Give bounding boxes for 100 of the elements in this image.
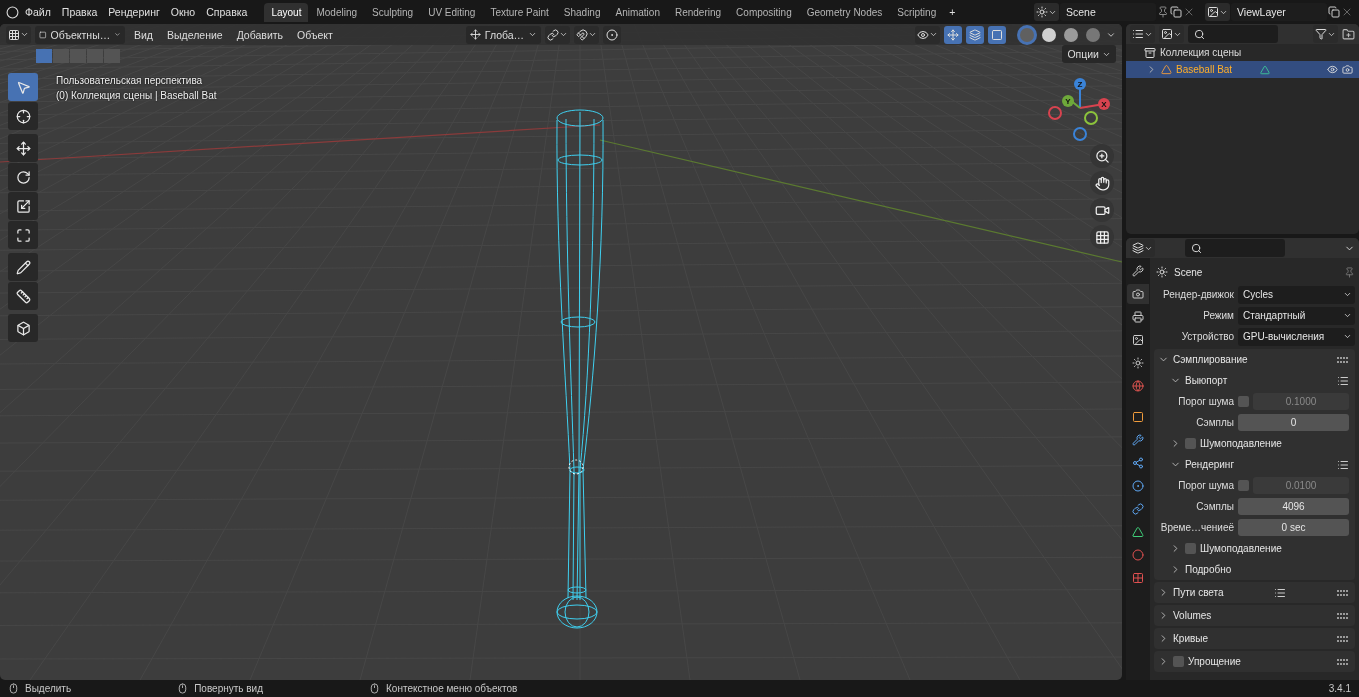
workspace-tab[interactable]: Scripting bbox=[890, 2, 944, 22]
menu-item[interactable]: Файл bbox=[20, 3, 56, 21]
select-field[interactable]: Cycles bbox=[1238, 285, 1355, 304]
close-icon[interactable] bbox=[1183, 6, 1195, 18]
axis-gizmo-drawing[interactable] bbox=[1048, 78, 1110, 141]
orientation-dropdown[interactable]: Глоба… bbox=[465, 25, 542, 44]
workspace-tab[interactable]: Compositing bbox=[729, 2, 799, 22]
copy-icon[interactable] bbox=[1328, 6, 1340, 18]
subpanel-title[interactable]: Подробно bbox=[1185, 564, 1232, 575]
tool-button[interactable] bbox=[8, 282, 38, 310]
scene-selector[interactable] bbox=[1034, 3, 1059, 21]
pivot-button[interactable] bbox=[545, 25, 571, 44]
menu-item[interactable]: Добавить bbox=[231, 26, 289, 43]
zoom-icon bbox=[1094, 148, 1110, 164]
view-layer-button[interactable] bbox=[1159, 25, 1184, 43]
mode-dropdown[interactable]: Объектны… bbox=[35, 25, 125, 44]
editor-type-button[interactable] bbox=[1130, 239, 1155, 257]
tool-button[interactable] bbox=[8, 134, 38, 162]
scene-field[interactable]: Scene bbox=[1060, 3, 1156, 21]
outliner-row[interactable]: Baseball Bat bbox=[1126, 61, 1359, 78]
view-layer-selector[interactable] bbox=[1205, 3, 1230, 21]
subpanel-title[interactable]: Рендеринг bbox=[1185, 459, 1235, 470]
number-field[interactable]: 4096 bbox=[1238, 498, 1349, 515]
editor-type-button[interactable] bbox=[6, 25, 31, 44]
status-hint: Повернуть вид bbox=[194, 683, 264, 694]
checkbox[interactable] bbox=[1185, 543, 1196, 554]
menu-item[interactable]: Выделение bbox=[162, 26, 228, 43]
search-field[interactable] bbox=[1185, 239, 1285, 257]
workspace-tab[interactable]: Modeling bbox=[309, 2, 364, 22]
workspace-tab[interactable]: Rendering bbox=[667, 2, 729, 22]
layers-icon bbox=[1132, 242, 1144, 254]
presets-icon[interactable] bbox=[1337, 458, 1349, 471]
shading-mode-button[interactable] bbox=[1042, 27, 1056, 42]
zoom-button[interactable] bbox=[1090, 144, 1114, 168]
pin-icon[interactable] bbox=[1344, 266, 1355, 278]
menu-item[interactable]: Объект bbox=[292, 26, 338, 43]
drag-handle-icon[interactable] bbox=[1337, 634, 1349, 643]
tool-button[interactable] bbox=[8, 253, 38, 281]
filter-button[interactable] bbox=[1313, 25, 1338, 43]
menu-item[interactable]: Справка bbox=[201, 3, 253, 21]
subpanel-title[interactable]: Шумоподавление bbox=[1200, 543, 1282, 554]
tool-button[interactable] bbox=[8, 102, 38, 130]
checkbox[interactable] bbox=[1185, 438, 1196, 449]
shading-mode-button[interactable] bbox=[1064, 27, 1078, 42]
workspace-tab[interactable]: Layout bbox=[264, 2, 309, 22]
drag-handle-icon[interactable] bbox=[1337, 611, 1349, 620]
outliner-item[interactable]: Коллекция сцены bbox=[1160, 47, 1242, 58]
panel-title[interactable]: Кривые bbox=[1173, 633, 1209, 644]
camera-view-button[interactable] bbox=[1090, 198, 1114, 222]
panel-title[interactable]: Сэмплирование bbox=[1173, 354, 1248, 365]
menu-item[interactable]: Вид bbox=[129, 26, 158, 43]
drag-handle-icon[interactable] bbox=[1337, 588, 1349, 597]
panel-title[interactable]: Упрощение bbox=[1188, 656, 1241, 667]
view-layer-field[interactable]: ViewLayer bbox=[1231, 3, 1327, 21]
projection-button[interactable] bbox=[1090, 225, 1114, 249]
pan-button[interactable] bbox=[1090, 171, 1114, 195]
panel-title[interactable]: Volumes bbox=[1173, 610, 1212, 621]
number-field[interactable]: 0 bbox=[1238, 414, 1349, 431]
tool-button[interactable] bbox=[8, 314, 38, 342]
number-field[interactable]: 0 sec bbox=[1238, 519, 1349, 536]
new-collection-icon[interactable] bbox=[1342, 27, 1355, 41]
menu-item[interactable]: Окно bbox=[165, 3, 201, 21]
drag-handle-icon[interactable] bbox=[1337, 657, 1349, 666]
presets-icon[interactable] bbox=[1337, 374, 1349, 387]
panel-title[interactable]: Пути света bbox=[1173, 587, 1224, 598]
xray-toggle[interactable] bbox=[988, 25, 1006, 44]
tool-button[interactable] bbox=[8, 163, 38, 191]
gizmo-toggle[interactable] bbox=[944, 25, 962, 44]
subpanel-title[interactable]: Шумоподавление bbox=[1200, 438, 1282, 449]
pin-icon[interactable] bbox=[1157, 6, 1169, 18]
workspace-tab[interactable]: Shading bbox=[556, 2, 608, 22]
workspace-tab[interactable]: Geometry Nodes bbox=[799, 2, 890, 22]
tool-button[interactable] bbox=[8, 221, 38, 249]
display-mode-button[interactable] bbox=[1130, 25, 1155, 43]
properties-tab[interactable] bbox=[1127, 284, 1149, 304]
visibility-button[interactable] bbox=[915, 25, 940, 44]
drag-handle-icon[interactable] bbox=[1337, 355, 1349, 364]
camera-icon[interactable] bbox=[1342, 64, 1353, 75]
select-field[interactable]: Стандартный bbox=[1238, 306, 1355, 325]
proportional-edit-button[interactable] bbox=[603, 25, 622, 44]
eye-icon[interactable] bbox=[1327, 64, 1338, 75]
subpanel-title[interactable]: Выюпорт bbox=[1185, 375, 1228, 386]
add-workspace-button[interactable]: + bbox=[944, 3, 961, 21]
select-field[interactable]: GPU-вычисления bbox=[1238, 327, 1355, 346]
close-icon[interactable] bbox=[1341, 6, 1353, 18]
presets-icon[interactable] bbox=[1274, 586, 1287, 599]
workspace-tab[interactable]: Animation bbox=[608, 2, 667, 22]
tool-button[interactable] bbox=[8, 192, 38, 220]
workspace-tab[interactable]: Texture Paint bbox=[483, 2, 556, 22]
workspace-tab[interactable]: UV Editing bbox=[421, 2, 483, 22]
overlay-toggle[interactable] bbox=[966, 25, 984, 44]
copy-icon[interactable] bbox=[1170, 6, 1182, 18]
mesh-object-icon bbox=[1161, 64, 1172, 75]
checkbox[interactable] bbox=[1173, 656, 1184, 667]
options-dropdown[interactable]: Опции bbox=[1062, 45, 1116, 63]
snap-button[interactable] bbox=[574, 25, 600, 44]
search-field[interactable] bbox=[1188, 25, 1278, 43]
workspace-tab[interactable]: Sculpting bbox=[365, 2, 421, 22]
menu-item[interactable]: Рендеринг bbox=[103, 3, 165, 21]
menu-item[interactable]: Правка bbox=[56, 3, 103, 21]
